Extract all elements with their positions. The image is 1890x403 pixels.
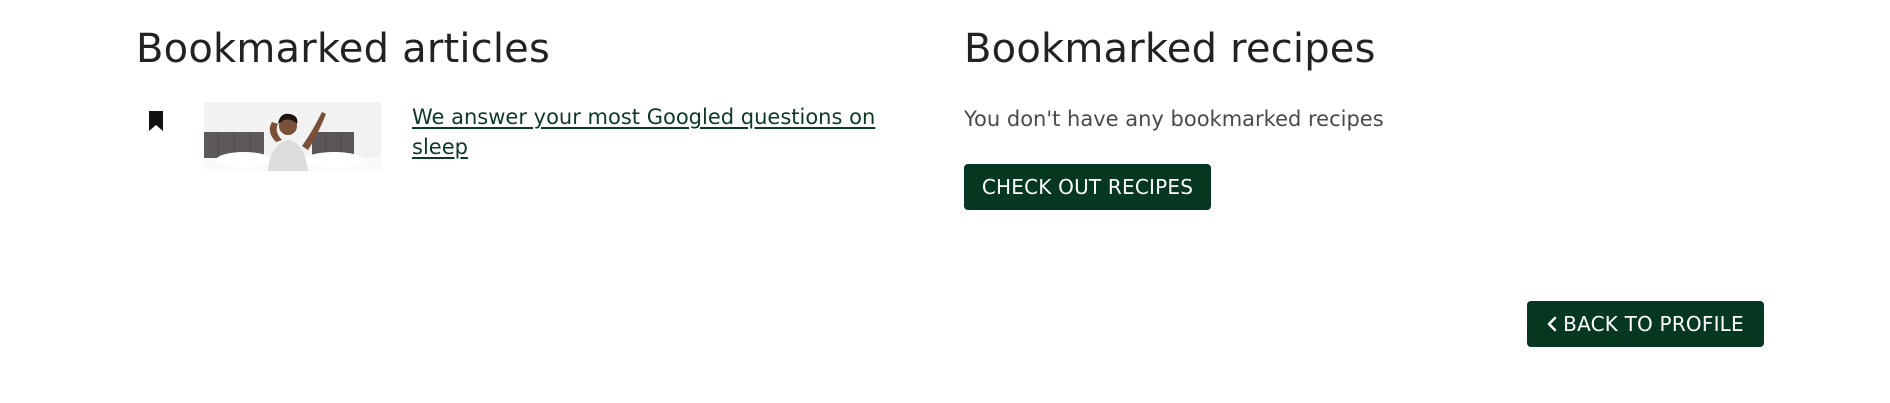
no-recipes-message: You don't have any bookmarked recipes [964,107,1384,131]
bookmark-icon [149,111,163,131]
bookmarked-recipes-heading: Bookmarked recipes [964,26,1376,72]
chevron-left-icon [1547,316,1557,332]
article-link[interactable]: We answer your most Googled questions on… [412,102,892,162]
check-out-recipes-button[interactable]: CHECK OUT RECIPES [964,164,1211,210]
man-stretching-in-bed-image [204,102,381,171]
back-to-profile-label: BACK TO PROFILE [1563,312,1744,336]
article-thumbnail[interactable] [204,102,381,171]
back-to-profile-button[interactable]: BACK TO PROFILE [1527,301,1764,347]
bookmarked-articles-heading: Bookmarked articles [136,26,551,72]
bookmarks-page: Bookmarked articles We answer your most … [0,0,1890,403]
check-out-recipes-label: CHECK OUT RECIPES [981,175,1194,199]
remove-bookmark-button[interactable] [136,104,176,144]
article-list-item: We answer your most Googled questions on… [136,102,896,172]
